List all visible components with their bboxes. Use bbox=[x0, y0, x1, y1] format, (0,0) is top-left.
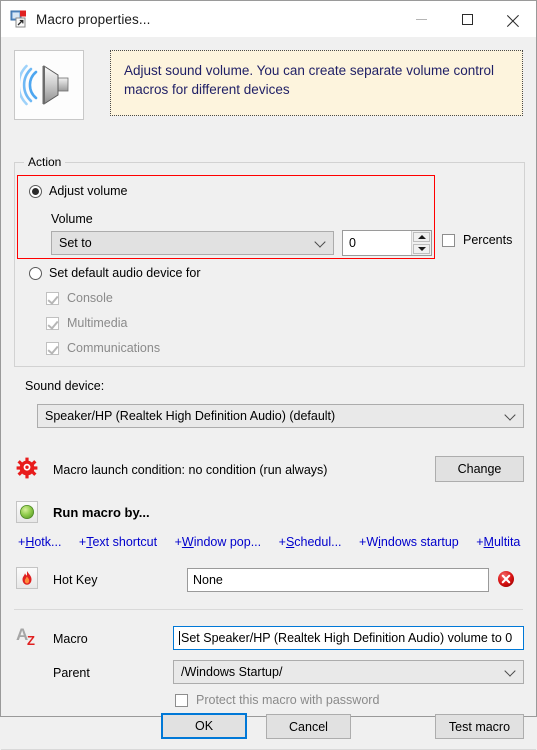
macro-shortcut-icon bbox=[10, 10, 28, 28]
macro-properties-window: Macro properties... Adjust sound volume.… bbox=[0, 0, 537, 750]
macro-name-value: Set Speaker/HP (Realtek High Definition … bbox=[181, 631, 513, 645]
run-macro-by-title: Run macro by... bbox=[53, 505, 150, 520]
launch-condition-text: Macro launch condition: no condition (ru… bbox=[53, 463, 328, 477]
title-bar: Macro properties... bbox=[1, 1, 536, 37]
chevron-down-icon bbox=[504, 409, 516, 421]
speaker-volume-icon bbox=[14, 50, 84, 120]
checkbox-multimedia-box bbox=[46, 316, 59, 330]
close-icon bbox=[507, 13, 520, 26]
macro-name-input[interactable]: Set Speaker/HP (Realtek High Definition … bbox=[173, 626, 524, 650]
checkbox-communications-box bbox=[46, 341, 59, 355]
test-macro-button[interactable]: Test macro bbox=[435, 714, 524, 739]
percents-checkbox[interactable]: Percents bbox=[442, 233, 512, 247]
maximize-button[interactable] bbox=[444, 1, 490, 37]
checkbox-console-box bbox=[46, 291, 59, 305]
volume-amount-spinner[interactable]: 0 bbox=[342, 230, 432, 256]
sound-device-label: Sound device: bbox=[25, 379, 105, 393]
hotkey-label: Hot Key bbox=[53, 573, 98, 587]
parent-label: Parent bbox=[53, 666, 90, 680]
run-macro-by-links: +Hotk... +Text shortcut +Window pop... +… bbox=[18, 535, 536, 553]
sound-device-combo[interactable]: Speaker/HP (Realtek High Definition Audi… bbox=[37, 404, 524, 428]
radio-set-default-device-label: Set default audio device for bbox=[49, 266, 201, 280]
parent-value: /Windows Startup/ bbox=[181, 665, 283, 679]
macro-label: Macro bbox=[53, 632, 88, 646]
link-scheduler[interactable]: +Schedul... bbox=[279, 535, 342, 549]
checkbox-console[interactable]: Console bbox=[46, 291, 113, 305]
change-condition-button[interactable]: Change bbox=[435, 456, 524, 482]
triangle-up-icon bbox=[417, 235, 426, 239]
chevron-down-icon bbox=[314, 236, 326, 248]
link-multitask[interactable]: +Multita bbox=[476, 535, 520, 549]
radio-adjust-volume[interactable]: Adjust volume bbox=[29, 184, 128, 198]
triangle-down-icon bbox=[417, 247, 426, 251]
separator-hotkey bbox=[14, 609, 523, 610]
dialog-content: Adjust sound volume. You can create sepa… bbox=[1, 37, 536, 750]
protect-password-checkbox-box bbox=[175, 693, 188, 707]
link-window-popup[interactable]: +Window pop... bbox=[175, 535, 262, 549]
red-delete-icon[interactable] bbox=[496, 569, 516, 589]
percents-checkbox-box bbox=[442, 233, 455, 247]
chevron-down-icon bbox=[504, 665, 516, 677]
radio-set-default-device[interactable]: Set default audio device for bbox=[29, 266, 201, 280]
volume-amount-input[interactable]: 0 bbox=[343, 231, 411, 255]
minimize-button[interactable] bbox=[398, 1, 444, 37]
header-row: Adjust sound volume. You can create sepa… bbox=[14, 50, 523, 122]
checkbox-multimedia[interactable]: Multimedia bbox=[46, 316, 127, 330]
link-text-shortcut[interactable]: +Text shortcut bbox=[79, 535, 157, 549]
window-controls bbox=[398, 1, 536, 37]
az-sort-icon: A Z bbox=[16, 623, 42, 649]
checkbox-communications[interactable]: Communications bbox=[46, 341, 160, 355]
svg-text:Z: Z bbox=[27, 633, 35, 648]
spinner-buttons bbox=[411, 231, 431, 255]
hotkey-input[interactable]: None bbox=[187, 568, 489, 592]
close-button[interactable] bbox=[490, 1, 536, 37]
checkbox-console-label: Console bbox=[67, 291, 113, 305]
checkbox-multimedia-label: Multimedia bbox=[67, 316, 128, 330]
cancel-button[interactable]: Cancel bbox=[266, 714, 351, 739]
percents-checkbox-label: Percents bbox=[463, 233, 513, 247]
radio-adjust-volume-label: Adjust volume bbox=[49, 184, 128, 198]
radio-adjust-volume-indicator bbox=[29, 184, 42, 198]
protect-password-checkbox[interactable]: Protect this macro with password bbox=[175, 693, 379, 707]
spinner-up-button[interactable] bbox=[413, 232, 430, 242]
maximize-icon bbox=[461, 13, 473, 25]
action-groupbox: Action Adjust volume Volume Set to 0 Per… bbox=[14, 155, 525, 367]
text-caret bbox=[179, 631, 180, 645]
window-title: Macro properties... bbox=[36, 11, 151, 27]
checkbox-communications-label: Communications bbox=[67, 341, 161, 355]
action-groupbox-title: Action bbox=[24, 155, 66, 169]
description-box: Adjust sound volume. You can create sepa… bbox=[110, 50, 523, 116]
parent-combo[interactable]: /Windows Startup/ bbox=[173, 660, 524, 684]
flame-icon bbox=[16, 567, 38, 589]
green-button-icon bbox=[16, 501, 38, 523]
volume-mode-combo[interactable]: Set to bbox=[51, 231, 334, 255]
minimize-icon bbox=[415, 18, 427, 20]
volume-label: Volume bbox=[51, 212, 93, 226]
link-hotkey[interactable]: +Hotk... bbox=[18, 535, 61, 549]
sound-device-value: Speaker/HP (Realtek High Definition Audi… bbox=[45, 409, 336, 423]
radio-set-default-device-indicator bbox=[29, 266, 42, 280]
red-gear-icon bbox=[16, 457, 38, 479]
spinner-down-button[interactable] bbox=[413, 244, 430, 254]
protect-password-label: Protect this macro with password bbox=[196, 693, 380, 707]
link-windows-startup[interactable]: +Windows startup bbox=[359, 535, 459, 549]
volume-mode-value: Set to bbox=[59, 236, 92, 250]
